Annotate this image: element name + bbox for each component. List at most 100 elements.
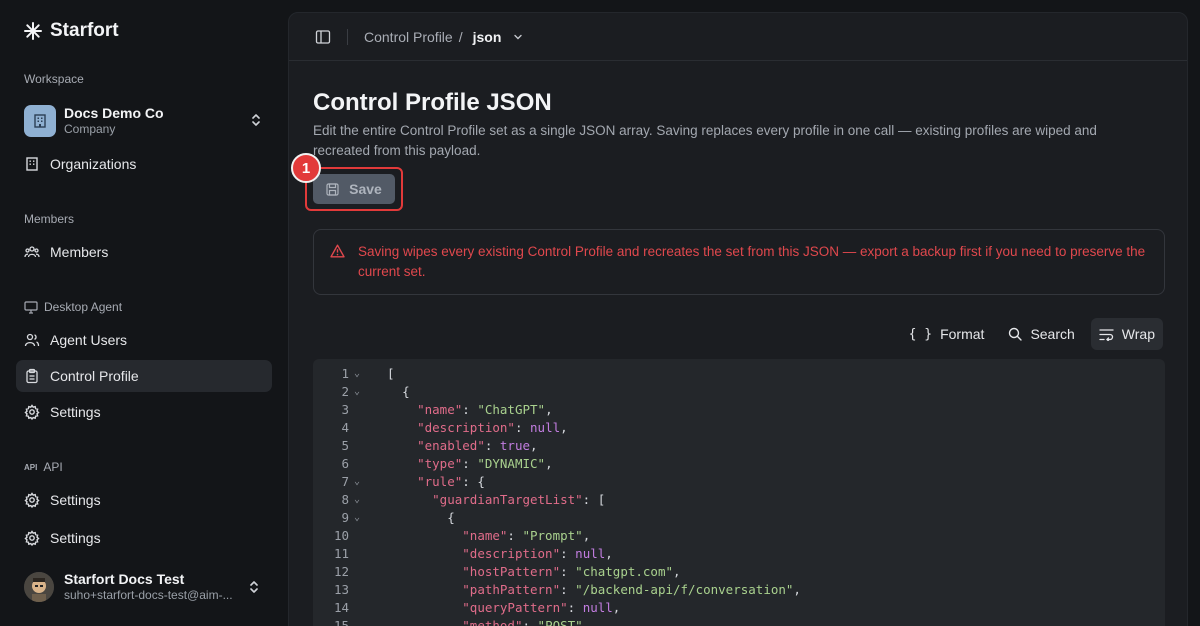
json-key: "method" [462,617,523,626]
line-number: 8 [341,491,349,507]
breadcrumb-current[interactable]: json [473,29,502,45]
code-token: { [402,383,410,399]
sidebar-item-label: Settings [50,404,101,420]
wrap-label: Wrap [1121,326,1155,342]
fold-icon[interactable]: ⌄ [349,368,369,379]
search-icon [1009,327,1023,341]
breadcrumb-parent[interactable]: Control Profile [364,29,453,45]
code-token: [ [387,365,395,381]
code-line: 14 "queryPattern": null, [313,598,1165,616]
json-key: "enabled" [417,437,485,453]
sidebar-item-settings-2[interactable]: Settings [16,522,272,554]
sidebar-item-control-profile[interactable]: Control Profile [16,360,272,392]
code-line: 5 "enabled": true, [313,436,1165,454]
workspace-type: Company [64,122,116,136]
json-key: "rule" [417,473,463,489]
line-number: 10 [333,527,349,543]
line-number: 1 [341,365,349,381]
line-number: 7 [341,473,349,489]
code-token: [ [597,491,606,507]
code-line: 10 "name": "Prompt", [313,526,1165,544]
users-icon [24,246,40,258]
code-line: 3 "name": "ChatGPT", [313,400,1165,418]
sidebar-item-agent-users[interactable]: Agent Users [16,324,272,356]
json-value: null [582,599,613,615]
editor-toolbar: { } Format Search Wrap [901,318,1163,350]
search-label: Search [1030,326,1075,342]
workspace-switcher[interactable]: Docs Demo Co Company [24,104,264,138]
code-line: 9 ⌄ { [313,508,1165,526]
json-key: "hostPattern" [462,563,561,579]
braces-icon: { } [908,326,933,342]
fold-icon[interactable]: ⌄ [349,476,369,487]
line-number: 14 [333,599,349,615]
json-key: "description" [462,545,561,561]
json-key: "queryPattern" [462,599,568,615]
format-button[interactable]: { } Format [901,318,993,350]
gear-icon [24,530,40,546]
format-label: Format [940,326,985,342]
json-key: "guardianTargetList" [432,491,583,507]
line-number: 12 [333,563,349,579]
chevron-down-icon[interactable] [513,32,523,42]
building-icon [34,114,46,128]
warning-icon [330,244,345,258]
json-value: "ChatGPT" [477,401,546,417]
json-key: "name" [462,527,508,543]
wrap-text-icon [1099,328,1114,341]
wrap-toggle[interactable]: Wrap [1090,318,1163,350]
json-key: "pathPattern" [462,581,561,597]
line-number: 3 [341,401,349,417]
code-line: 12 "hostPattern": "chatgpt.com", [313,562,1165,580]
workspace-section-label: Workspace [24,72,84,86]
json-value: "/backend-api/f/conversation" [575,581,794,597]
api-label: API [43,460,63,474]
workspace-avatar [24,105,56,137]
top-bar: Control Profile / json [289,13,1187,61]
line-number: 5 [341,437,349,453]
json-value: true [499,437,531,453]
fold-icon[interactable]: ⌄ [349,386,369,397]
line-number: 13 [333,581,349,597]
user-email: suho+starfort-docs-test@aim-... [64,588,233,602]
sidebar-toggle-icon[interactable] [315,29,331,45]
json-value: null [530,419,561,435]
sidebar-item-organizations[interactable]: Organizations [16,148,272,180]
json-value: null [575,545,606,561]
sidebar-item-label: Organizations [50,156,137,172]
sidebar: Starfort Workspace Docs Demo Co Company … [0,0,288,626]
line-number: 2 [341,383,349,399]
fold-icon[interactable]: ⌄ [349,494,369,505]
desktop-agent-section-label: Desktop Agent [24,300,122,314]
members-section-label: Members [24,212,75,226]
users-icon [24,333,40,347]
json-editor[interactable]: 1 ⌄[ 2 ⌄ { 3 "name": "ChatGPT", 4 "descrip… [313,359,1165,626]
brand[interactable]: Starfort [24,20,119,42]
code-line: 7 ⌄ "rule": { [313,472,1165,490]
code-line: 13 "pathPattern": "/backend-api/f/conver… [313,580,1165,598]
warning-alert: Saving wipes every existing Control Prof… [313,229,1165,295]
line-number: 11 [333,545,349,561]
json-value: "chatgpt.com" [575,563,674,579]
save-label: Save [349,181,382,197]
json-value: "Prompt" [522,527,583,543]
desktop-agent-label: Desktop Agent [44,300,123,314]
line-number: 6 [341,455,349,471]
monitor-icon [24,300,38,314]
fold-icon[interactable]: ⌄ [349,512,369,523]
save-button[interactable]: Save [313,174,395,204]
api-icon: API [24,462,38,472]
code-line: 6 "type": "DYNAMIC", [313,454,1165,472]
chevrons-up-down-icon [252,114,260,126]
user-menu[interactable]: Starfort Docs Test suho+starfort-docs-te… [24,570,268,604]
user-name: Starfort Docs Test [64,571,185,587]
json-value: "POST" [537,617,583,626]
sidebar-item-label: Agent Users [50,332,128,348]
code-line: 15 "method": "POST", [313,616,1165,626]
sidebar-item-api-settings[interactable]: Settings [16,484,272,516]
sidebar-item-settings[interactable]: Settings [16,396,272,428]
sidebar-item-members[interactable]: Members [16,236,272,268]
clipboard-icon [26,368,38,384]
save-icon [326,182,339,196]
search-button[interactable]: Search [1000,318,1082,350]
